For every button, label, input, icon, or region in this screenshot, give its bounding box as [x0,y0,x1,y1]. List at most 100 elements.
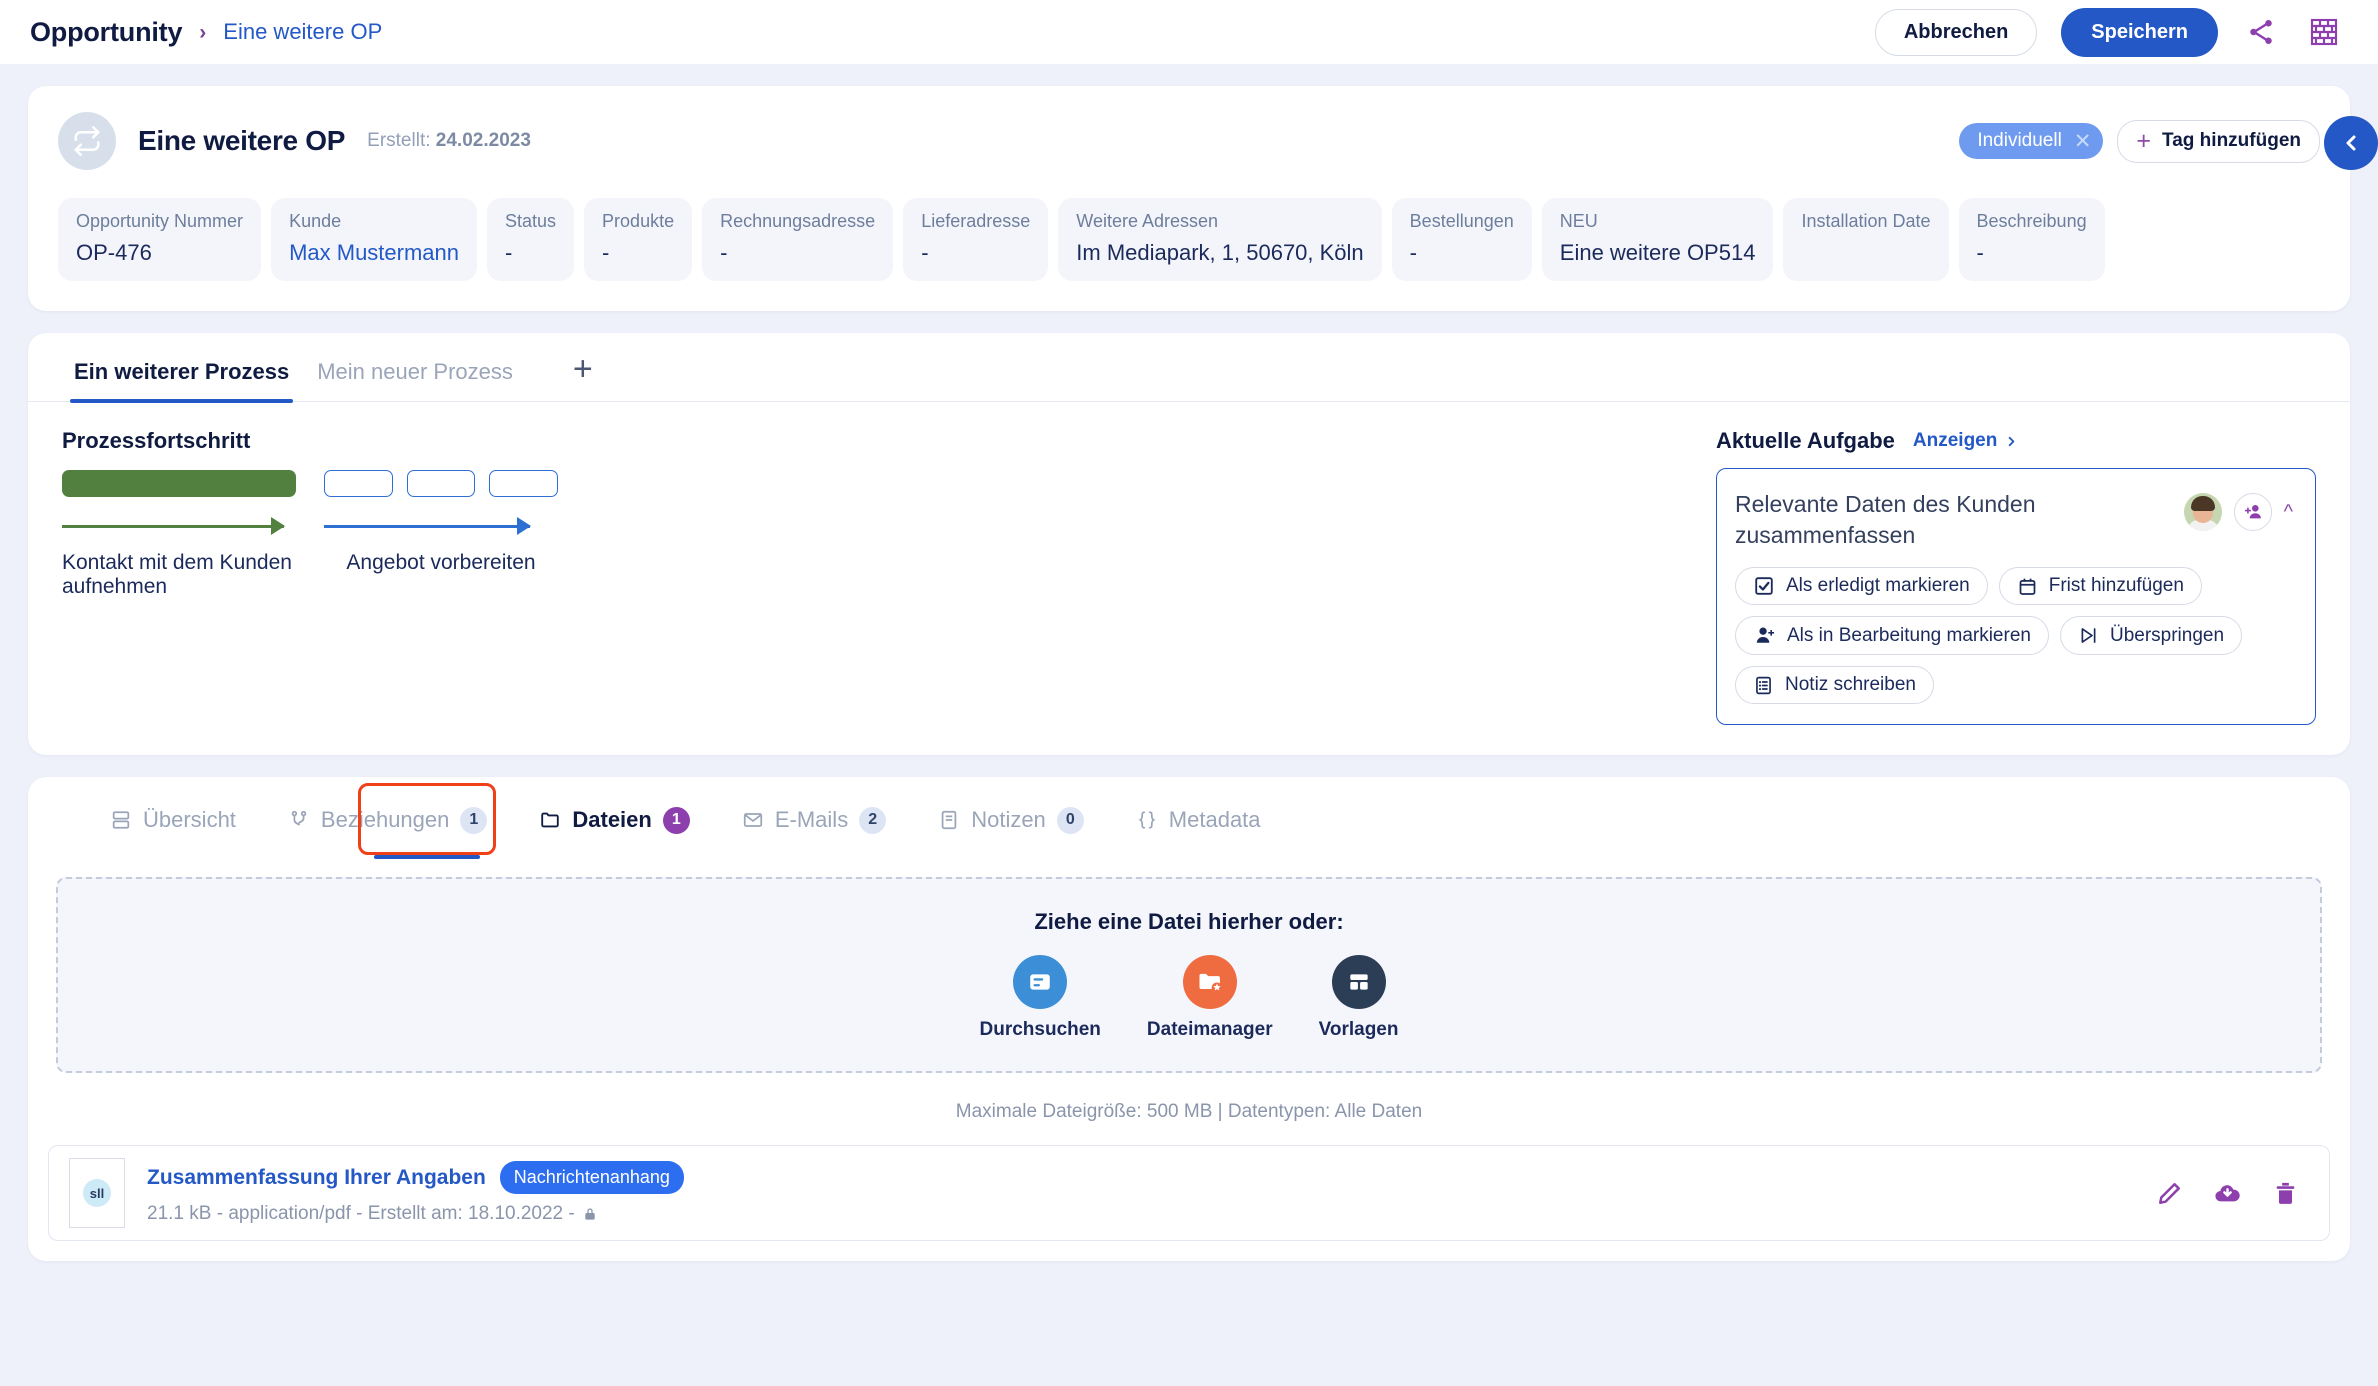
task-action-label: Notiz schreiben [1785,674,1916,696]
tab-e-mails[interactable]: E-Mails 2 [716,777,912,863]
progress-bar-segment[interactable] [324,470,393,497]
field-chip[interactable]: Status - [487,198,575,281]
cancel-button[interactable]: Abbrechen [1874,8,2038,56]
file-title-row: Zusammenfassung Ihrer Angaben Nachrichte… [147,1161,684,1195]
task-actions: Als erledigt markieren Frist hinzufügen Al… [1735,567,2293,705]
step-arrow-done [62,515,296,537]
tab-label: Notizen [971,807,1046,833]
progress-steps: Kontakt mit dem Kunden aufnehmen Angebot… [62,470,1716,599]
progress-bar-segment[interactable] [489,470,559,497]
page-title: Eine weitere OP [138,125,346,156]
brick-wall-icon[interactable] [2304,12,2344,52]
chevron-up-icon[interactable]: ^ [2284,502,2293,522]
share-icon[interactable] [2242,13,2280,51]
tab-metadata[interactable]: Metadata [1110,777,1287,863]
field-chip[interactable]: Beschreibung - [1958,198,2105,281]
field-value[interactable]: Max Mustermann [289,240,459,266]
field-label: Weitere Adressen [1076,211,1219,231]
add-process-icon[interactable]: + [527,334,623,400]
field-value: OP-476 [76,240,152,265]
task-show-link[interactable]: Anzeigen [1913,430,2019,452]
mail-icon [742,809,764,831]
tab-mein-neuer-prozess[interactable]: Mein neuer Prozess [303,333,527,401]
tab-badge: 2 [859,806,887,834]
progress-bar-segment[interactable] [406,470,476,497]
tab-bersicht[interactable]: Übersicht [84,777,262,863]
field-chip[interactable]: Bestellungen - [1391,198,1532,281]
dropzone-options: Durchsuchen Dateimanager Vorlagen [980,955,1398,1041]
breadcrumb-current[interactable]: Eine weitere OP [223,19,382,45]
step-group-todo: Angebot vorbereiten [324,470,559,575]
task-action-1[interactable]: Als erledigt markieren [1735,567,1988,606]
chevron-right-icon [2009,436,2015,446]
edit-icon[interactable] [2152,1176,2187,1211]
field-chip[interactable]: Rechnungsadresse - [702,198,894,281]
close-icon[interactable]: ✕ [2074,131,2092,152]
created-label: Erstellt: [367,130,431,151]
tag-label: Individuell [1977,130,2062,151]
field-chip[interactable]: NEU Eine weitere OP514 [1541,198,1774,281]
task-top-row: Relevante Daten des Kunden zusammenfasse… [1735,489,2293,551]
save-button[interactable]: Speichern [2061,7,2218,57]
entity-tabs: Übersicht Beziehungen 1 Dateien 1 E-Mails 2 Not… [28,777,2350,863]
dropzone-title: Ziehe eine Datei hierher oder: [1034,909,1344,935]
summary-header: Eine weitere OP Erstellt: 24.02.2023 Ind… [58,112,2320,170]
field-chip[interactable]: Weitere Adressen Im Mediapark, 1, 50670, … [1058,198,1382,281]
step-group-done: Kontakt mit dem Kunden aufnehmen [62,470,296,599]
file-name-link[interactable]: Zusammenfassung Ihrer Angaben [147,1166,486,1190]
field-value: - [505,240,513,265]
current-task-panel: Aktuelle Aufgabe Anzeigen Relevante Date… [1716,428,2316,726]
field-label: Beschreibung [1976,211,2087,231]
panel-collapse-button[interactable] [2324,116,2378,170]
add-person-icon[interactable] [2233,493,2272,531]
field-value: - [921,240,929,265]
task-action-5[interactable]: Notiz schreiben [1735,666,1934,705]
file-dropzone[interactable]: Ziehe eine Datei hierher oder: Durchsuch… [56,877,2322,1074]
file-list-item[interactable]: sll Zusammenfassung Ihrer Angaben Nachri… [48,1145,2330,1242]
task-action-3[interactable]: Als in Bearbeitung markieren [1735,616,2049,656]
tab-label: Metadata [1168,807,1261,833]
relations-icon [288,809,310,831]
field-chip[interactable]: Kunde Max Mustermann [271,198,478,281]
field-label: Status [505,211,557,231]
download-cloud-icon[interactable] [2209,1175,2246,1212]
field-chip[interactable]: Installation Date [1783,198,1949,281]
file-details-text: 21.1 kB - application/pdf - Erstellt am:… [147,1203,575,1225]
field-value: Im Mediapark, 1, 50670, Köln [1076,240,1364,265]
avatar[interactable] [2183,493,2222,531]
file-manager-option[interactable]: Dateimanager [1147,955,1273,1041]
field-value: - [720,240,728,265]
field-chip[interactable]: Lieferadresse - [903,198,1049,281]
plus-icon: + [2136,126,2152,155]
add-tag-button[interactable]: + Tag hinzufügen [2117,119,2320,163]
task-show-label: Anzeigen [1912,430,1998,451]
trash-icon[interactable] [2268,1176,2303,1211]
field-value: - [1976,240,1984,265]
dateien-tab-underline [374,855,480,860]
person-add-icon [1753,624,1776,647]
opportunity-summary-card: Eine weitere OP Erstellt: 24.02.2023 Ind… [28,86,2378,311]
progress-bar-segment[interactable] [62,470,296,497]
templates-option[interactable]: Vorlagen [1319,955,1398,1041]
task-action-2[interactable]: Frist hinzufügen [1998,567,2202,606]
created-date: 24.02.2023 [435,130,531,151]
task-action-4[interactable]: Überspringen [2059,616,2243,656]
field-chip[interactable]: Produkte - [584,198,693,281]
breadcrumb-root[interactable]: Opportunity [30,17,182,48]
field-label: Rechnungsadresse [720,211,876,231]
file-manager-icon [1182,955,1237,1010]
tab-ein-weiterer-prozess[interactable]: Ein weiterer Prozess [60,333,303,403]
skip-icon [2078,625,2099,646]
tab-badge: 1 [460,806,488,834]
field-value: - [1409,240,1417,265]
browse-option[interactable]: Durchsuchen [980,955,1101,1041]
task-assignees: ^ [2183,489,2293,531]
tag-individuell[interactable]: Individuell ✕ [1959,123,2104,159]
tab-beziehungen[interactable]: Beziehungen 1 [262,777,513,863]
file-meta: Zusammenfassung Ihrer Angaben Nachrichte… [147,1161,684,1225]
tab-notizen[interactable]: Notizen 0 [912,777,1110,863]
task-heading: Aktuelle Aufgabe [1716,428,1895,453]
field-chip[interactable]: Opportunity Nummer OP-476 [58,198,262,281]
tab-dateien[interactable]: Dateien 1 [513,777,715,863]
task-name: Relevante Daten des Kunden zusammenfasse… [1735,491,2036,549]
